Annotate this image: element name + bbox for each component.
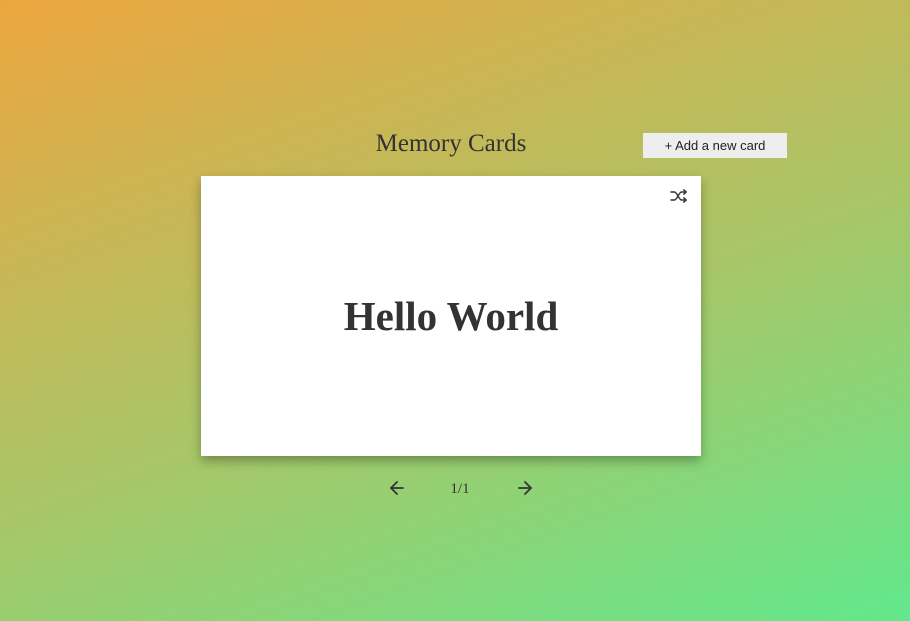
memory-card[interactable]: Hello World [201,176,701,456]
card-front-text: Hello World [343,293,559,339]
card-counter: 1/1 [450,481,470,497]
add-card-button[interactable]: + Add a new card [643,133,787,158]
next-card-button[interactable] [516,479,534,497]
previous-card-button[interactable] [388,479,406,497]
shuffle-icon[interactable] [670,189,688,203]
arrow-left-icon [390,481,404,495]
arrow-right-icon [518,481,532,495]
